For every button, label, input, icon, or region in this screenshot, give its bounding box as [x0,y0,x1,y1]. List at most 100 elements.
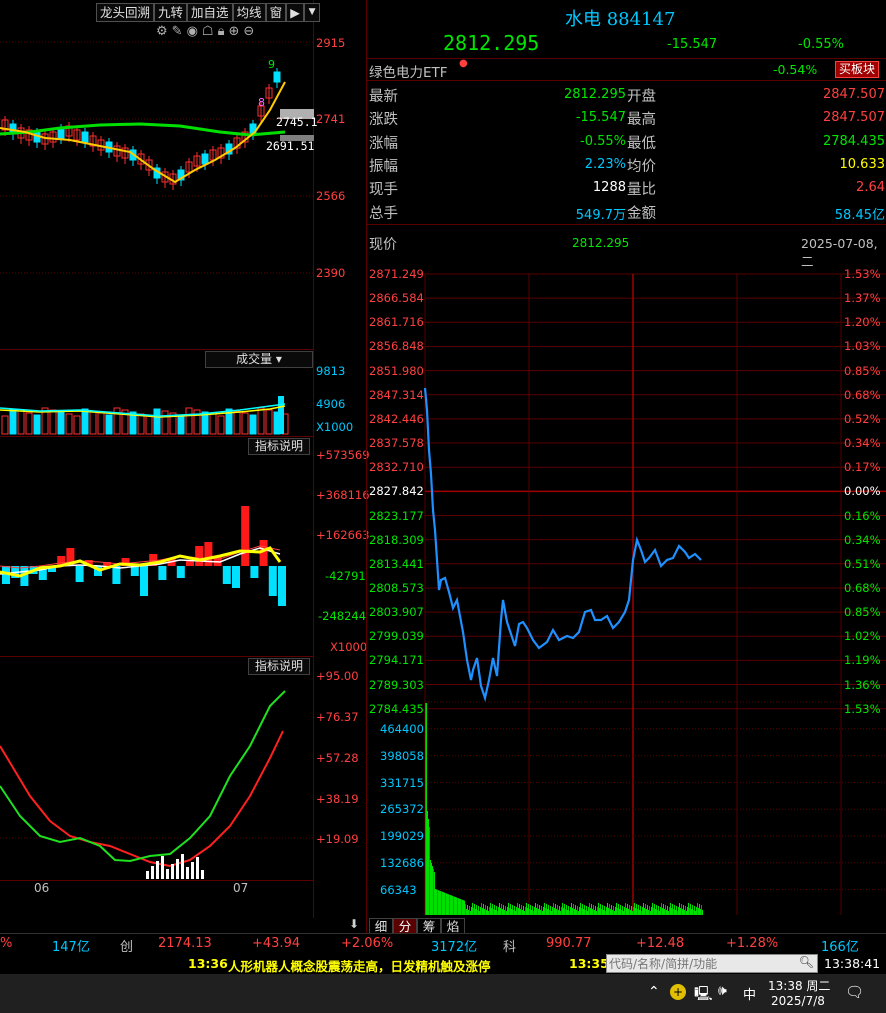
intraday-volume-bar [447,893,448,915]
intraday-volume-bar [635,908,636,915]
intraday-volume-bar [659,911,660,915]
settings-icon[interactable]: ⚙ [156,24,168,39]
volume-bar [65,413,73,435]
indicator2-label[interactable]: 指标说明 [248,658,311,675]
intraday-volume-bar [532,906,533,915]
quote-value-left: 1288 [592,180,626,196]
quote-change: -15.547 [667,37,718,52]
eye-icon[interactable]: ◉ [187,24,198,39]
quote-row: 最新 2812.295 开盘 2847.507 [369,83,886,106]
intraday-pct-tick: 1.03% [844,339,881,354]
taskbar-time[interactable]: 13:38 周二 [768,977,830,994]
zoom-in-icon[interactable]: ⊕ [228,24,239,39]
intraday-volume-bar [625,903,626,915]
taskbar-date[interactable]: 2025/7/8 [771,994,825,1008]
intraday-volume-bar [590,908,591,915]
macd-bar [204,542,213,566]
intraday-volume-bar [556,909,557,915]
macd-bar [268,566,277,596]
intraday-price-tick: 2856.848 [369,339,424,354]
intraday-volume-bar [505,906,506,915]
volume-bar [97,412,105,435]
intraday-volume-bar [646,909,647,915]
toolbar-ma-button[interactable]: 均线 [232,3,266,22]
news-headline[interactable]: 人形机器人概念股震荡走高，日发精机触及涨停 [228,956,491,975]
etf-row: 绿色电力ETF ● -0.54% 买板块 [369,58,886,81]
intraday-volume-bar [451,895,452,915]
app-tray-icon[interactable]: + [670,984,686,1000]
quote-label-right: 最高 [627,112,656,129]
intraday-volume-bar [639,910,640,915]
intraday-volume-bar [504,910,505,915]
intraday-volume-bar [674,905,675,915]
intraday-volume-bar [425,703,426,915]
intraday-volume-bar [529,909,530,915]
network-icon[interactable]: 🖳︎ [694,983,713,1007]
toolbar-longtou-button[interactable]: 龙头回溯 [96,3,155,22]
intraday-volume-bar [503,905,504,915]
chevron-up-icon[interactable]: ⌃ [648,984,660,1000]
intraday-volume-bar [643,903,644,915]
volume-bar-last [278,396,284,434]
intraday-volume-bar [464,900,465,915]
intraday-price-tick: 2808.573 [369,580,424,595]
clock: 13:38:41 [824,956,881,971]
zoom-out-icon[interactable]: ⊖ [243,24,254,39]
month-label-06: 06 [34,881,50,895]
intraday-volume-bar [671,908,672,915]
etf-name[interactable]: 绿色电力ETF [369,61,448,81]
intraday-chart [423,273,886,915]
volume-icon[interactable]: 🕪︎ [718,983,727,999]
kdj-bar [161,856,164,879]
kline-last-label-2: 2691.51 [266,139,315,153]
toolbar-window-button[interactable]: 窗 [265,3,287,22]
toolbar-add-watchlist-button[interactable]: 加自选 [187,3,233,22]
search-input[interactable] [609,956,795,971]
intraday-volume-bar [543,907,544,915]
toolbar-play-icon[interactable]: ▶ [286,3,305,22]
search-box[interactable]: 🔍︎ [606,954,818,973]
toolbar-dropdown-icon[interactable]: ▼ [304,3,321,22]
macd-bar [232,566,240,588]
quote-label-left: 涨幅 [369,135,398,152]
pen-icon[interactable]: ✎ [172,24,183,39]
intraday-volume-bar [632,911,633,915]
lock-icon[interactable]: 🔒︎ [218,24,225,39]
intraday-volume-bar [438,890,439,915]
intraday-volume-bar [436,889,437,915]
intraday-volume-bar [667,906,668,915]
toolbar-jiuzhuan-button[interactable]: 九转 [154,3,188,22]
intraday-price-tick: 2784.435 [369,701,424,716]
intraday-volume-bar [693,910,694,915]
buy-sector-button[interactable]: 买板块 [835,61,880,78]
scroll-down-icon[interactable]: ⬇ [349,917,359,931]
candle-body [201,153,209,165]
intraday-volume-bar [463,900,464,915]
intraday-volume-bar [538,909,539,915]
volume-panel-label[interactable]: 成交量 ▾ [205,351,313,368]
quote-price: 2812.295 [443,31,540,55]
search-icon[interactable]: 🔍︎ [799,955,814,969]
intraday-volume-bar [453,896,454,915]
intraday-volume-bar [478,906,479,915]
intraday-volume-bar [679,903,680,915]
ime-indicator[interactable]: 中 [743,984,756,1003]
intraday-volume-bar [450,895,451,915]
quote-label-left: 现手 [369,182,398,199]
basket-icon[interactable]: ☖ [202,24,214,39]
volume-bar [1,415,9,435]
indicator1-label[interactable]: 指标说明 [248,438,311,455]
intraday-volume-bar [512,905,513,915]
kdj-bar [156,861,159,879]
volume-bar [73,415,81,435]
intraday-volume-bar [498,907,499,915]
kdj-bar [166,869,169,879]
intraday-volume-bar [548,905,549,915]
intraday-volume-bar [565,909,566,915]
intraday-volume-bar [554,908,555,915]
index-chuang-value: 2174.13 [158,936,212,951]
index-ke-change: +12.48 [636,936,685,951]
intraday-volume-bar [599,908,600,915]
notification-icon[interactable]: 🗨︎ [845,983,864,1001]
intraday-volume-bar [442,891,443,915]
